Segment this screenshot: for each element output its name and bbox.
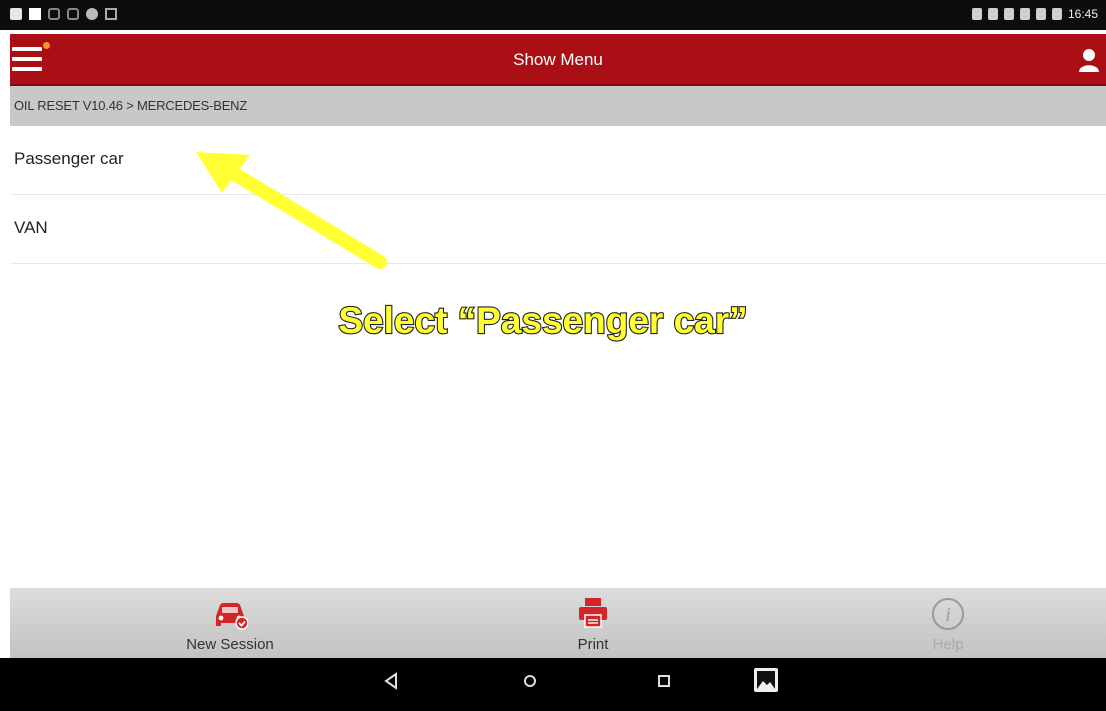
help-button[interactable]: i Help	[848, 588, 1048, 658]
system-status: 16:45	[971, 7, 1098, 21]
bluetooth-icon	[1003, 8, 1014, 20]
list-item-passenger-car[interactable]: Passenger car	[10, 126, 1106, 195]
screenshot-icon[interactable]	[752, 666, 780, 694]
vibrate-icon	[971, 8, 982, 20]
help-label: Help	[932, 636, 964, 653]
new-session-label: New Session	[186, 636, 274, 653]
breadcrumb: OIL RESET V10.46 > MERCEDES-BENZ	[10, 86, 1106, 126]
app-bar: Show Menu	[10, 34, 1106, 86]
car-icon	[216, 603, 248, 630]
sync-icon	[1019, 8, 1030, 20]
bottom-action-bar: New Session Print i Help	[10, 588, 1106, 658]
battery-icon	[1051, 8, 1062, 20]
print-button[interactable]: Print	[493, 588, 693, 658]
clock: 16:45	[1067, 7, 1098, 21]
status-bar: 16:45	[0, 0, 1106, 30]
annotation-text: Select “Passenger car”	[338, 300, 747, 341]
user-icon[interactable]	[1078, 48, 1100, 72]
image-notification-icon	[105, 8, 117, 20]
square-notification-icon	[29, 8, 41, 20]
print-label: Print	[577, 636, 609, 653]
svg-text:i: i	[945, 604, 951, 626]
page-title: Show Menu	[513, 50, 603, 69]
notification-icons	[10, 8, 117, 20]
app-screen: 16:45 Show Menu OIL RESET V10.46 > MERCE…	[0, 0, 1106, 711]
app-notification-icon	[10, 8, 22, 20]
vehicle-type-list: Passenger car VAN	[10, 126, 1106, 264]
navigation-bar	[0, 658, 1106, 711]
globe-icon	[86, 8, 98, 20]
home-icon[interactable]	[519, 670, 541, 692]
new-session-button[interactable]: New Session	[130, 588, 330, 658]
wifi-icon	[1035, 8, 1046, 20]
list-item-van[interactable]: VAN	[10, 195, 1106, 264]
recents-icon[interactable]	[653, 670, 675, 692]
location-icon	[987, 8, 998, 20]
notification-icon	[67, 8, 79, 20]
info-icon: i	[932, 598, 964, 630]
printer-icon	[579, 598, 607, 628]
notification-icon	[48, 8, 60, 20]
back-icon[interactable]	[382, 670, 400, 692]
